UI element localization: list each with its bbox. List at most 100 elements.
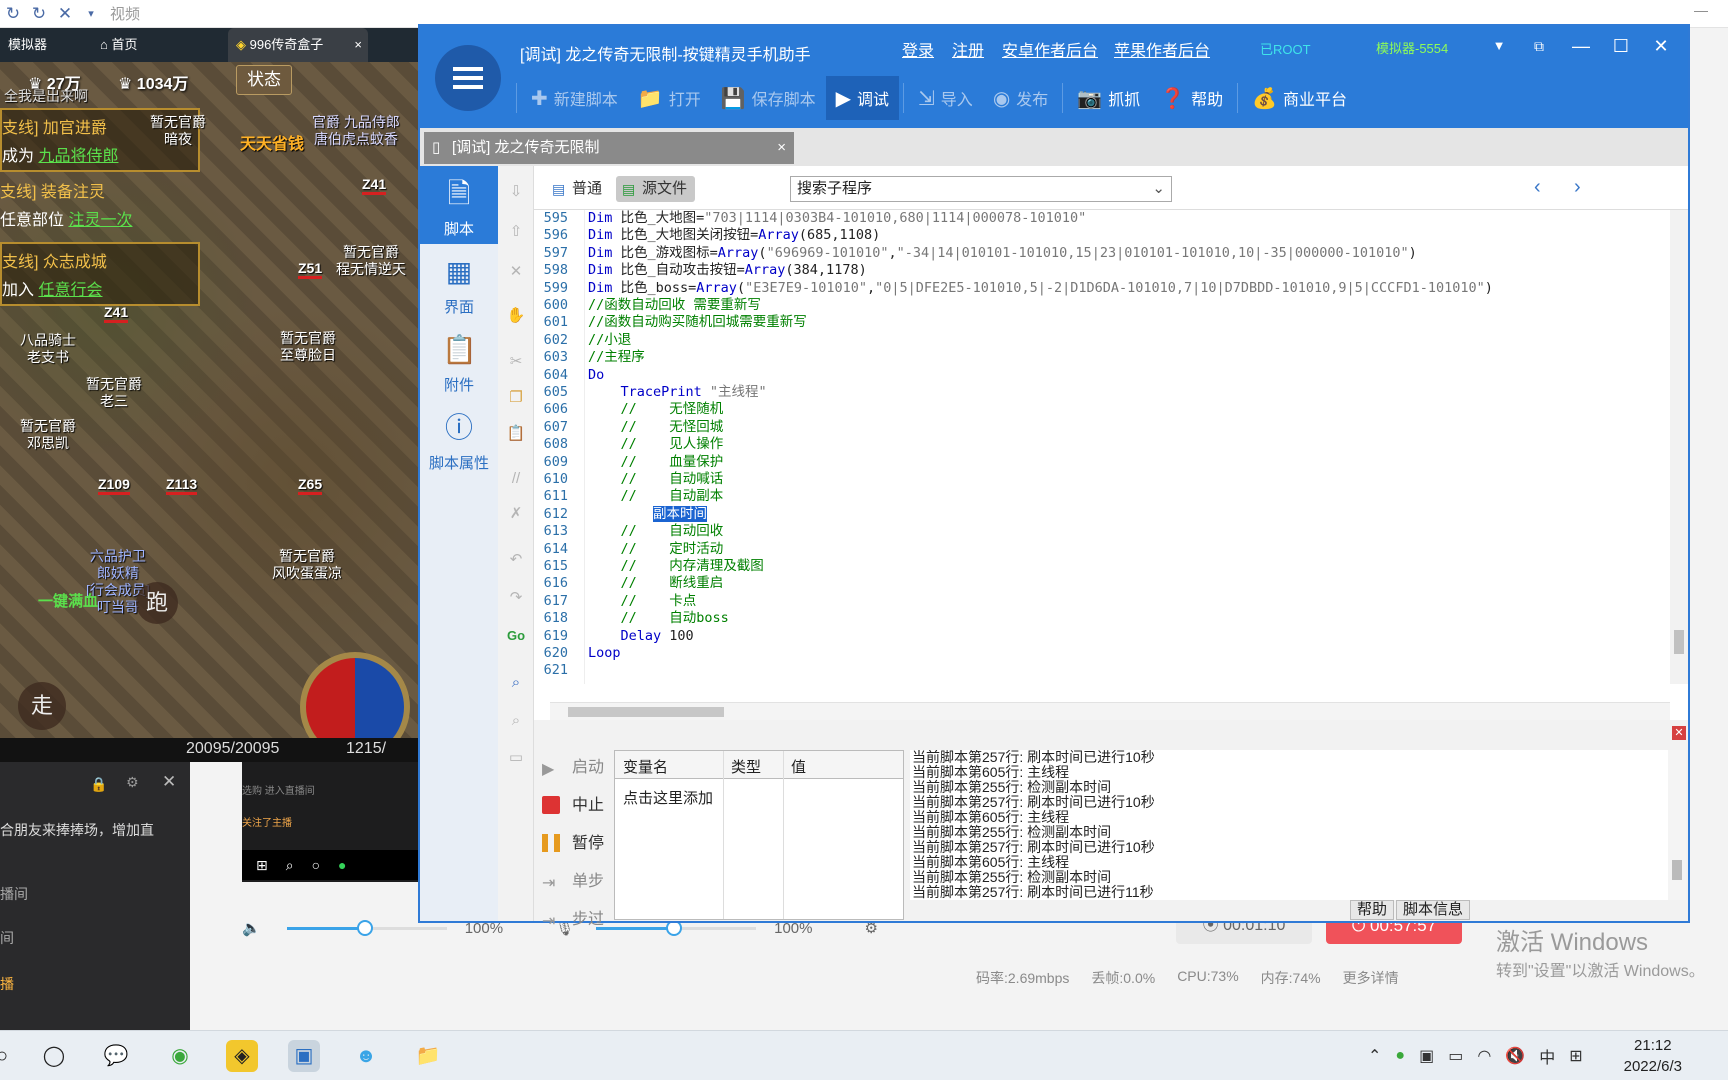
log-line[interactable]: 当前脚本第605行: 主线程 bbox=[912, 855, 1069, 870]
cortana-icon[interactable]: ◯ bbox=[38, 1040, 70, 1072]
box-app-icon[interactable]: ◈ bbox=[226, 1040, 258, 1072]
minimize-icon[interactable]: — bbox=[1566, 34, 1596, 58]
chevron-down-icon[interactable]: ▼ bbox=[1484, 34, 1514, 58]
wifi-icon[interactable]: ◠ bbox=[1477, 1046, 1491, 1066]
wechat-icon[interactable]: 💬 bbox=[100, 1040, 132, 1072]
document-tab-close-icon[interactable]: × bbox=[777, 132, 786, 164]
stop-button[interactable]: 中止 bbox=[542, 794, 604, 818]
app-tray-icon[interactable]: ● bbox=[1395, 1047, 1405, 1065]
tab-close-icon[interactable]: × bbox=[354, 28, 362, 62]
business-platform-button[interactable]: 💰 商业平台 bbox=[1242, 76, 1357, 120]
keyboard-icon[interactable]: ⊞ bbox=[1569, 1046, 1582, 1066]
comment-icon[interactable]: // bbox=[506, 470, 526, 490]
speaker-volume-slider[interactable] bbox=[286, 919, 447, 936]
code-editor[interactable]: 595 Dim 比色_大地图="703|1114|0303B4-101010,68… bbox=[534, 210, 1670, 684]
browser-icon[interactable]: ◉ bbox=[164, 1040, 196, 1072]
code-line[interactable]: 618 // 自动boss bbox=[534, 610, 729, 627]
maximize-icon[interactable]: ☐ bbox=[1606, 34, 1636, 58]
log-line[interactable]: 当前脚本第255行: 检测副本时间 bbox=[912, 870, 1111, 885]
log-line[interactable]: 当前脚本第257行: 刷本时间已进行11秒 bbox=[912, 885, 1154, 900]
code-line[interactable]: 603 //主程序 bbox=[534, 349, 645, 366]
capture-button[interactable]: 📷 抓抓 bbox=[1067, 76, 1150, 120]
emulator-app-icon[interactable]: ☻ bbox=[350, 1040, 382, 1072]
full-hp-button[interactable]: 一键满血 bbox=[38, 590, 98, 611]
nav-forward-icon[interactable]: › bbox=[1574, 176, 1581, 199]
run-button[interactable]: 跑 bbox=[136, 582, 178, 624]
speaker-muted-icon[interactable]: 🔇 bbox=[1505, 1046, 1525, 1066]
new-script-button[interactable]: ✚ 新建脚本 bbox=[521, 76, 628, 120]
mode-normal-button[interactable]: ▤ 普通 bbox=[546, 176, 610, 202]
quest-link[interactable]: 任意行会 bbox=[38, 282, 102, 299]
status-button[interactable]: 状态 bbox=[236, 65, 292, 95]
code-line[interactable]: 598 Dim 比色_自动攻击按钮=Array(384,1178) bbox=[534, 262, 867, 279]
step-button[interactable]: ⇥ 单步 bbox=[542, 870, 604, 894]
log-line[interactable]: 当前脚本第255行: 检测副本时间 bbox=[912, 825, 1111, 840]
code-horizontal-scrollbar[interactable] bbox=[550, 702, 1670, 720]
redo-icon[interactable]: ↷ bbox=[506, 588, 526, 608]
import-button[interactable]: ⇲ 导入 bbox=[908, 76, 983, 120]
code-line[interactable]: 613 // 自动回收 bbox=[534, 523, 724, 540]
ios-author-link[interactable]: 苹果作者后台 bbox=[1114, 37, 1210, 61]
bookmark-icon[interactable]: ▭ bbox=[506, 748, 526, 768]
code-line[interactable]: 599 Dim 比色_boss=Array("E3E7E9-101010","0|… bbox=[534, 280, 1493, 297]
tab-emulator[interactable]: 模拟器 bbox=[0, 28, 80, 62]
code-line[interactable]: 612 副本时间 bbox=[534, 505, 708, 523]
quest-link[interactable]: 注灵一次 bbox=[68, 212, 132, 229]
panel-close-icon[interactable]: ✕ bbox=[1672, 726, 1686, 740]
back-icon[interactable]: ↻ bbox=[0, 0, 26, 28]
chevron-up-icon[interactable]: ⌃ bbox=[1368, 1046, 1381, 1066]
explorer-icon[interactable]: 📁 bbox=[412, 1040, 444, 1072]
code-line[interactable]: 606 // 无怪随机 bbox=[534, 401, 724, 418]
start-icon[interactable]: ○ bbox=[0, 1040, 18, 1072]
code-line[interactable]: 601 //函数自动购买随机回城需要重新写 bbox=[534, 314, 807, 331]
code-vertical-scrollbar[interactable] bbox=[1670, 210, 1688, 684]
cut-icon[interactable]: ✂ bbox=[506, 352, 526, 372]
code-line[interactable]: 617 // 卡点 bbox=[534, 593, 697, 610]
chevron-down-icon[interactable]: ▾ bbox=[78, 0, 104, 28]
gear-icon[interactable]: ⚙ bbox=[126, 774, 139, 791]
add-variable-row[interactable]: 点击这里添加 bbox=[623, 787, 713, 808]
tab-996-box[interactable]: ◈ 996传奇盒子 × bbox=[228, 28, 368, 62]
script-info-button[interactable]: 脚本信息 bbox=[1396, 900, 1471, 920]
save-script-button[interactable]: 💾 保存脚本 bbox=[711, 76, 826, 120]
code-line[interactable]: 607 // 无怪回城 bbox=[534, 419, 724, 436]
nav-back-icon[interactable]: ‹ bbox=[1534, 176, 1541, 199]
code-line[interactable]: 611 // 自动副本 bbox=[534, 488, 724, 505]
ime-indicator[interactable]: 中 bbox=[1539, 1044, 1555, 1068]
nav-script[interactable]: 🗎 脚本 bbox=[420, 166, 498, 244]
undo-icon[interactable]: ↶ bbox=[506, 550, 526, 570]
close-icon[interactable]: ✕ bbox=[52, 0, 78, 28]
security-icon[interactable]: ▣ bbox=[1419, 1046, 1434, 1066]
nav-attachment[interactable]: 📋 附件 bbox=[420, 322, 498, 400]
arrow-down-icon[interactable]: ⇩ bbox=[506, 182, 526, 202]
log-line[interactable]: 当前脚本第605行: 主线程 bbox=[912, 810, 1069, 825]
code-line[interactable]: 600 //函数自动回收 需要重新写 bbox=[534, 297, 761, 314]
menu-icon[interactable] bbox=[435, 45, 501, 111]
step-over-button[interactable]: ⇥ 步过 bbox=[542, 908, 604, 932]
code-line[interactable]: 620 Loop bbox=[534, 645, 621, 662]
uncomment-icon[interactable]: ✗ bbox=[506, 504, 526, 524]
clock[interactable]: 21:12 2022/6/3 bbox=[1624, 1035, 1682, 1077]
code-line[interactable]: 605 TracePrint "主线程" bbox=[534, 384, 767, 401]
replace-icon[interactable]: ⌕ bbox=[506, 712, 526, 732]
delete-icon[interactable]: ✕ bbox=[506, 262, 526, 282]
document-tab[interactable]: ▯ [调试] 龙之传奇无限制 × bbox=[424, 132, 794, 164]
nav-script-properties[interactable]: ⓘ 脚本属性 bbox=[420, 400, 498, 478]
shop-banner[interactable]: 天天省钱 bbox=[240, 130, 304, 154]
speaker-icon[interactable]: 🔈 bbox=[242, 919, 261, 937]
tab-home[interactable]: ⌂ 首页 bbox=[92, 28, 202, 62]
paste-icon[interactable]: 📋 bbox=[506, 424, 526, 444]
address-text[interactable]: 视频 bbox=[110, 3, 140, 24]
code-line[interactable]: 621 bbox=[534, 662, 588, 679]
publish-button[interactable]: ◉ 发布 bbox=[983, 76, 1058, 120]
battery-icon[interactable]: ▭ bbox=[1448, 1046, 1463, 1066]
open-button[interactable]: 📁 打开 bbox=[628, 76, 711, 120]
refresh-icon[interactable]: ↻ bbox=[26, 0, 52, 28]
more-details-link[interactable]: 更多详情 bbox=[1343, 968, 1399, 988]
close-icon[interactable]: ✕ bbox=[162, 772, 176, 792]
code-line[interactable]: 610 // 自动喊话 bbox=[534, 471, 724, 488]
walk-button[interactable]: 走 bbox=[18, 682, 66, 730]
log-line[interactable]: 当前脚本第255行: 检测副本时间 bbox=[912, 780, 1111, 795]
restore-mini-icon[interactable]: ⧉ bbox=[1524, 34, 1554, 58]
code-line[interactable]: 604 Do bbox=[534, 367, 605, 384]
